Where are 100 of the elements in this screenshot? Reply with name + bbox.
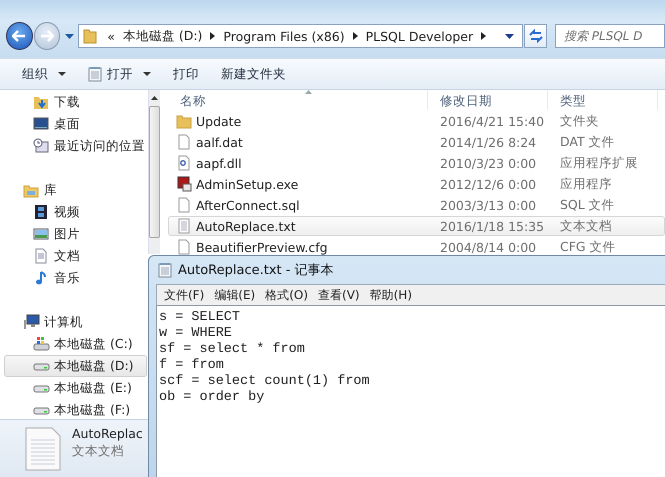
file-row[interactable]: AfterConnect.sql 2003/3/13 0:00 SQL 文件 — [168, 195, 665, 215]
scrollbar[interactable] — [148, 90, 160, 254]
file-name: AutoReplac — [72, 426, 143, 440]
file-name: AdminSetup.exe — [196, 176, 298, 192]
file-row[interactable]: aapf.dll 2010/3/23 0:00 应用程序扩展 — [168, 153, 665, 173]
file-name: BeautifierPreview.cfg — [196, 240, 328, 254]
file-type: DAT 文件 — [559, 134, 616, 150]
column-header[interactable]: 修改日期 — [428, 90, 548, 110]
toolbar-button[interactable]: 新建文件夹 — [213, 62, 294, 86]
chevron-right-icon — [210, 32, 216, 40]
file-row[interactable]: aalf.dat 2014/1/26 8:24 DAT 文件 — [168, 132, 665, 152]
sidebar-item[interactable]: 库 — [4, 179, 147, 201]
scrollbar-thumb[interactable] — [149, 106, 160, 238]
modified-date: 2003/3/13 0:00 — [439, 198, 538, 212]
text-line: scf = select count(1) from — [159, 374, 371, 390]
menu-item[interactable]: 文件(F) — [159, 286, 210, 304]
file-type: 应用程序 — [559, 176, 613, 192]
film-icon — [33, 204, 50, 220]
right-arrow-icon — [40, 30, 54, 42]
left-arrow-icon — [12, 30, 26, 42]
file-type: 文件夹 — [559, 112, 600, 130]
file-type: 文本文档 — [559, 218, 613, 234]
recent-places-icon — [33, 138, 50, 154]
breadcrumb-overflow[interactable]: « — [107, 28, 115, 44]
notepad-icon — [158, 262, 172, 278]
sidebar-item[interactable]: 图片 — [4, 223, 147, 245]
text-line: s = SELECT — [159, 310, 242, 326]
sidebar-item[interactable]: 本地磁盘 (D:) — [4, 355, 147, 377]
up-arrow-icon — [151, 96, 158, 100]
column-header[interactable]: 名称 — [168, 90, 428, 110]
modified-date: 2010/3/23 0:00 — [439, 156, 538, 170]
sidebar-item[interactable]: 音乐 — [4, 267, 147, 289]
menu-item[interactable]: 帮助(H) — [364, 286, 417, 304]
sidebar-item[interactable]: 桌面 — [4, 113, 147, 135]
file-row[interactable]: AutoReplace.txt 2016/1/18 15:35 文本文档 — [168, 216, 665, 236]
toolbar-button[interactable]: 打印 — [165, 62, 207, 86]
sidebar-item[interactable]: 最近访问的位置 — [4, 135, 147, 157]
breadcrumb-item[interactable]: Program Files (x86) — [223, 28, 345, 44]
search-field[interactable]: 搜索 PLSQL D — [554, 24, 665, 48]
menu-item[interactable]: 查看(V) — [313, 286, 365, 304]
system-drive-icon — [33, 336, 50, 352]
text-file-icon — [176, 218, 192, 234]
sidebar-item[interactable]: 文档 — [4, 245, 147, 267]
sidebar-item[interactable]: 本地磁盘 (C:) — [4, 333, 147, 355]
blank-file-icon — [176, 197, 192, 213]
menu-item[interactable]: 格式(O) — [260, 286, 314, 304]
sort-arrow-icon — [305, 90, 312, 94]
notepad-icon — [88, 66, 102, 82]
refresh-button[interactable] — [524, 24, 547, 48]
file-type: SQL 文件 — [559, 196, 616, 214]
chevron-right-icon — [481, 32, 486, 40]
blank-file-icon — [176, 134, 192, 150]
file-name: AfterConnect.sql — [196, 198, 300, 212]
sidebar-item[interactable]: 视频 — [4, 201, 147, 223]
modified-date: 2012/12/6 0:00 — [439, 176, 538, 192]
file-type: CFG 文件 — [559, 238, 617, 256]
back-button[interactable] — [6, 22, 33, 50]
refresh-arrows-icon — [528, 29, 544, 43]
file-name: aalf.dat — [196, 134, 243, 150]
modified-date: 2004/8/14 0:00 — [439, 240, 538, 254]
picture-icon — [33, 226, 50, 242]
modified-date: 2014/1/26 8:24 — [439, 134, 538, 150]
window-title: AutoReplace.txt - 记事本 — [178, 262, 334, 279]
chevron-right-icon — [352, 32, 358, 40]
file-type: 文本文档 — [72, 442, 125, 460]
file-name: aapf.dll — [196, 156, 242, 170]
text-line: ob = order by — [159, 390, 266, 406]
toolbar-button[interactable]: 组织 — [14, 62, 74, 86]
text-line: sf = select * from — [159, 342, 306, 358]
dropdown-caret-icon — [505, 34, 514, 38]
file-type: 应用程序扩展 — [559, 154, 639, 172]
file-row[interactable]: BeautifierPreview.cfg 2004/8/14 0:00 CFG 文件 — [168, 237, 665, 257]
file-row[interactable]: AdminSetup.exe 2012/12/6 0:00 应用程序 — [168, 174, 665, 194]
gear-file-icon — [176, 155, 192, 171]
file-name: AutoReplace.txt — [196, 218, 296, 234]
text-editor[interactable]: s = SELECT w = WHERE sf = select * from f = from scf = select count(1) from ob = order by — [156, 305, 665, 477]
file-name: Update — [196, 114, 242, 128]
file-row[interactable]: Update 2016/4/21 15:40 文件夹 — [168, 111, 665, 131]
breadcrumb-item[interactable]: 本地磁盘 (D:) — [122, 28, 202, 44]
toolbar-button[interactable]: 打开 — [80, 62, 159, 86]
menu-item[interactable]: 编辑(E) — [209, 286, 260, 304]
dropdown-caret-icon — [65, 34, 74, 38]
sidebar-item[interactable]: 计算机 — [4, 311, 147, 333]
column-header[interactable]: 类型 — [548, 90, 658, 110]
folder-download-icon — [33, 94, 50, 110]
text-line: f = from — [159, 358, 225, 374]
sidebar-item[interactable]: 下载 — [4, 91, 147, 113]
sidebar-item[interactable]: 本地磁盘 (E:) — [4, 377, 147, 399]
folder-icon — [176, 113, 192, 129]
sidebar-item[interactable]: 本地磁盘 (F:) — [4, 399, 147, 419]
address-bar[interactable]: « 本地磁盘 (D:) Program Files (x86) PLSQL Developer — [78, 24, 524, 48]
computer-icon — [23, 314, 40, 330]
text-file-icon — [24, 426, 62, 472]
modified-date: 2016/1/18 15:35 — [439, 218, 546, 234]
folder-icon — [83, 28, 98, 44]
setup-program-icon — [176, 176, 192, 192]
desktop-icon — [33, 116, 50, 132]
text-line: w = WHERE — [159, 326, 233, 342]
modified-date: 2016/4/21 15:40 — [439, 114, 546, 128]
breadcrumb-item[interactable]: PLSQL Developer — [366, 28, 474, 44]
